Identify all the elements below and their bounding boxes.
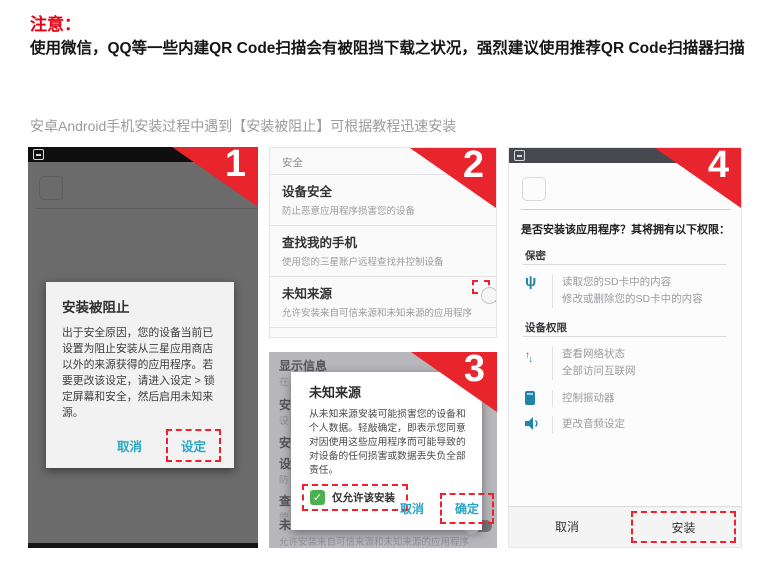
check-icon: ✓ — [313, 491, 322, 504]
notice-title: 注意： — [30, 10, 81, 35]
allow-once-checkbox[interactable]: ✓ — [310, 490, 325, 505]
dimmed-list-item: 安 — [279, 396, 291, 413]
dimmed-list-item: 未 — [279, 516, 291, 533]
checkbox-label: 仅允许该安装 — [332, 490, 395, 505]
app-icon-placeholder — [522, 177, 546, 201]
permission-vibration: 控制振动器 — [525, 390, 615, 410]
settings-item-other-security[interactable]: 其他安全设定 更改安全更新和证书存储等其他安全设定 — [270, 327, 496, 338]
dialog-title: 未知来源 — [309, 382, 470, 401]
cancel-button[interactable]: 取消 — [396, 494, 428, 523]
minimized-app-icon — [33, 149, 44, 160]
checkbox-highlight: ✓ 仅允许该安装 — [302, 484, 408, 511]
cancel-button[interactable]: 取消 — [509, 507, 625, 547]
screenshot-step1: 1 4G 7 安装被阻止 出于安全原因，您的设备当前已设置为阻止安装从三星应用商… — [28, 147, 258, 548]
usb-icon: ψ — [525, 274, 552, 289]
screenshot-step4: 1 4G 7 是否安装该应用程序？其将拥有以下权限： 保密 ψ 读取您的SD卡中… — [508, 147, 742, 548]
settings-item-find-my-phone[interactable]: 查找我的手机 使用您的三星账户远程查找并控制设备 — [270, 225, 496, 276]
install-blocked-dialog: 安装被阻止 出于安全原因，您的设备当前已设置为阻止安装从三星应用商店以外的来源获… — [46, 282, 234, 468]
network-state-icon: ↑↓ — [525, 353, 533, 363]
notice-body: 使用微信，QQ等一些内建QR Code扫描会有被阻挡下载之状况，强烈建议使用推荐… — [30, 36, 746, 62]
unknown-sources-toggle-highlight — [472, 280, 490, 294]
cancel-button[interactable]: 取消 — [113, 430, 146, 461]
divider — [523, 264, 727, 265]
dialog-title: 安装被阻止 — [62, 296, 221, 316]
screenshot-step3: 显示信息 在 安 设 安 设 防 查 使 未 允许安装来自可信来源和未知来源的应… — [269, 352, 497, 548]
dialog-body: 出于安全原因，您的设备当前已设置为阻止安装从三星应用商店以外的来源获得的应用程序… — [62, 325, 221, 421]
confirm-button[interactable]: 确定 — [440, 493, 494, 524]
minimized-app-icon — [514, 150, 525, 161]
audio-icon — [525, 416, 552, 435]
divider — [36, 208, 258, 209]
app-icon-placeholder — [39, 176, 63, 200]
permission-audio: 更改音频设定 — [525, 416, 625, 435]
screenshot-step2: 安全 设备安全 防止恶意应用程序损害您的设备 查找我的手机 使用您的三星账户远程… — [269, 147, 497, 338]
vibration-icon — [525, 391, 535, 405]
settings-item-unknown-sources[interactable]: 未知来源 允许安装来自可信来源和未知来源的应用程序 — [270, 276, 496, 327]
settings-button[interactable]: 设定 — [166, 429, 221, 462]
dialog-button-bar: 取消 安装 — [509, 506, 741, 547]
dimmed-list-item: 查 — [279, 492, 291, 509]
tutorial-subtitle: 安卓Android手机安装过程中遇到【安装被阻止】可根据教程迅速安装 — [30, 116, 456, 136]
permission-network: ↑↓ 查看网络状态 全部访问互联网 — [525, 346, 636, 380]
bottom-bar — [28, 543, 258, 548]
dimmed-list-item: 安 — [279, 434, 291, 451]
section-title-device-permissions: 设备权限 — [525, 320, 567, 335]
step-badge-4: 4 — [655, 148, 741, 208]
tutorial-page: 注意： 使用微信，QQ等一些内建QR Code扫描会有被阻挡下载之状况，强烈建议… — [0, 0, 767, 570]
divider — [523, 336, 727, 337]
install-question: 是否安装该应用程序？其将拥有以下权限： — [521, 221, 730, 237]
install-button[interactable]: 安装 — [631, 511, 736, 543]
unknown-sources-dialog: 未知来源 从未知来源安装可能损害您的设备和个人数据。轻敲确定，即表示您同意对因使… — [291, 372, 482, 530]
divider — [521, 209, 731, 210]
dialog-body: 从未知来源安装可能损害您的设备和个人数据。轻敲确定，即表示您同意对因使用这些应用… — [309, 408, 470, 478]
permission-sd-card: ψ 读取您的SD卡中的内容 修改或删除您的SD卡中的内容 — [525, 274, 703, 308]
dimmed-list-item: 设 — [279, 455, 291, 472]
section-title-privacy: 保密 — [525, 248, 546, 263]
